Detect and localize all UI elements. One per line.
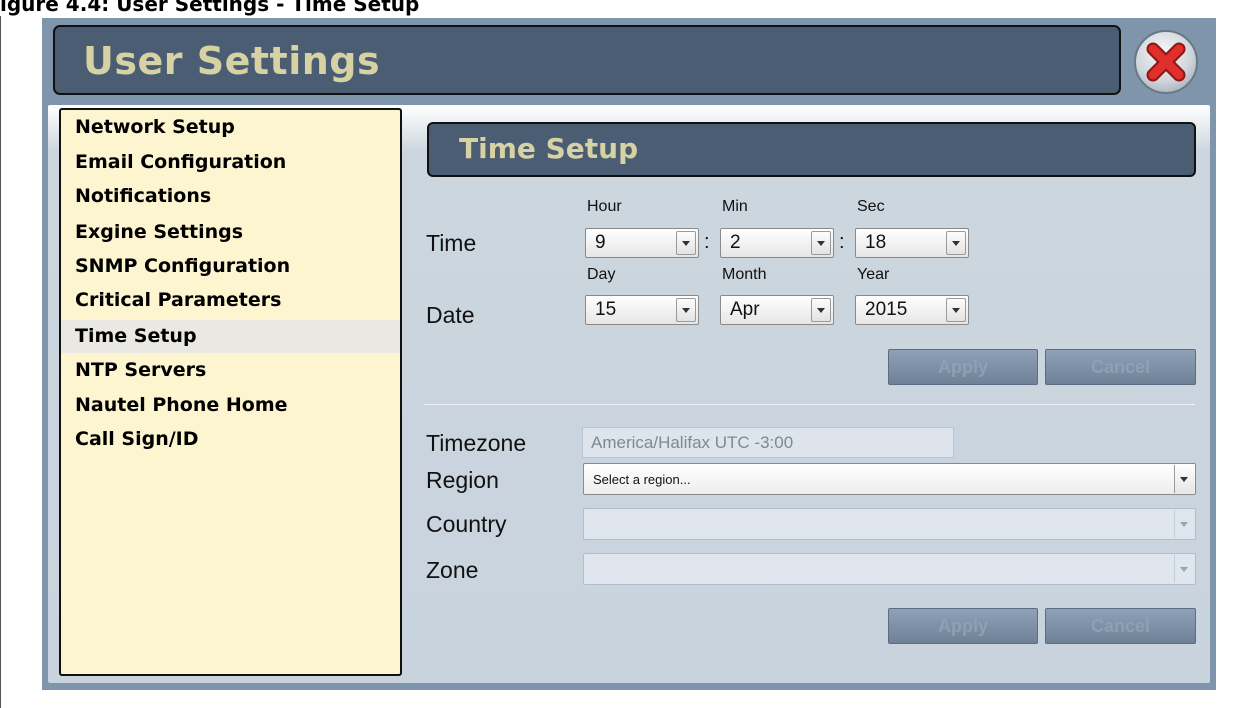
country-label: Country [426, 511, 507, 537]
page-border [0, 16, 1, 708]
chevron-down-icon [1174, 465, 1194, 493]
timezone-cancel-button[interactable]: Cancel [1045, 608, 1196, 644]
hour-label: Hour [587, 198, 622, 215]
chevron-down-icon [811, 298, 831, 322]
chevron-down-icon [1174, 555, 1194, 583]
date-label: Date [426, 302, 475, 328]
hour-value: 9 [595, 232, 606, 253]
sec-select[interactable]: 18 [855, 228, 969, 258]
time-setup-header: Time Setup [427, 122, 1196, 177]
sidebar-item-nautel-phone-home[interactable]: Nautel Phone Home [61, 389, 400, 422]
sidebar-item-email-configuration[interactable]: Email Configuration [61, 146, 400, 179]
region-select[interactable]: Select a region... [583, 463, 1196, 495]
window-title: User Settings [83, 39, 381, 83]
close-button[interactable] [1134, 30, 1198, 94]
chevron-down-icon [676, 231, 696, 255]
timezone-value: America/Halifax UTC -3:00 [591, 433, 794, 452]
chevron-down-icon [676, 298, 696, 322]
zone-select[interactable] [583, 553, 1196, 585]
time-cancel-button[interactable]: Cancel [1045, 349, 1196, 385]
settings-sidebar: Network Setup Email Configuration Notifi… [59, 108, 402, 676]
time-label: Time [426, 230, 477, 256]
time-separator: : [839, 231, 845, 253]
min-label: Min [722, 198, 748, 215]
chevron-down-icon [1174, 510, 1194, 538]
country-select[interactable] [583, 508, 1196, 540]
sidebar-item-critical-parameters[interactable]: Critical Parameters [61, 284, 400, 317]
hour-select[interactable]: 9 [585, 228, 699, 258]
year-value: 2015 [865, 299, 908, 320]
section-title: Time Setup [459, 132, 639, 165]
month-select[interactable]: Apr [720, 295, 834, 325]
figure-caption: igure 4.4: User Settings - Time Setup [0, 0, 1244, 16]
timezone-label: Timezone [426, 430, 527, 456]
timezone-apply-button[interactable]: Apply [888, 608, 1038, 644]
sidebar-item-network-setup[interactable]: Network Setup [61, 111, 400, 144]
region-value: Select a region... [593, 472, 691, 487]
settings-content: Network Setup Email Configuration Notifi… [48, 105, 1210, 683]
sidebar-item-notifications[interactable]: Notifications [61, 180, 400, 213]
timezone-field: America/Halifax UTC -3:00 [582, 427, 954, 458]
sec-label: Sec [857, 198, 885, 215]
sec-value: 18 [865, 232, 887, 253]
region-label: Region [426, 467, 499, 493]
year-select[interactable]: 2015 [855, 295, 969, 325]
day-value: 15 [595, 299, 617, 320]
year-label: Year [857, 266, 890, 283]
time-apply-button[interactable]: Apply [888, 349, 1038, 385]
chevron-down-icon [811, 231, 831, 255]
close-icon [1146, 42, 1186, 82]
window-title-bar: User Settings [53, 25, 1121, 95]
sidebar-item-time-setup[interactable]: Time Setup [61, 320, 400, 353]
sidebar-item-ntp-servers[interactable]: NTP Servers [61, 354, 400, 387]
sidebar-item-call-sign-id[interactable]: Call Sign/ID [61, 423, 400, 456]
figure-caption-text: igure 4.4: User Settings - Time Setup [0, 0, 420, 16]
month-value: Apr [730, 299, 760, 320]
zone-label: Zone [426, 557, 479, 583]
section-divider [424, 404, 1195, 405]
user-settings-window: User Settings Network Setup Email Config… [42, 18, 1216, 690]
chevron-down-icon [946, 298, 966, 322]
time-separator: : [704, 231, 710, 253]
day-select[interactable]: 15 [585, 295, 699, 325]
month-label: Month [722, 266, 767, 283]
min-value: 2 [730, 232, 741, 253]
day-label: Day [587, 266, 616, 283]
min-select[interactable]: 2 [720, 228, 834, 258]
sidebar-item-exgine-settings[interactable]: Exgine Settings [61, 216, 400, 249]
sidebar-item-snmp-configuration[interactable]: SNMP Configuration [61, 250, 400, 283]
chevron-down-icon [946, 231, 966, 255]
